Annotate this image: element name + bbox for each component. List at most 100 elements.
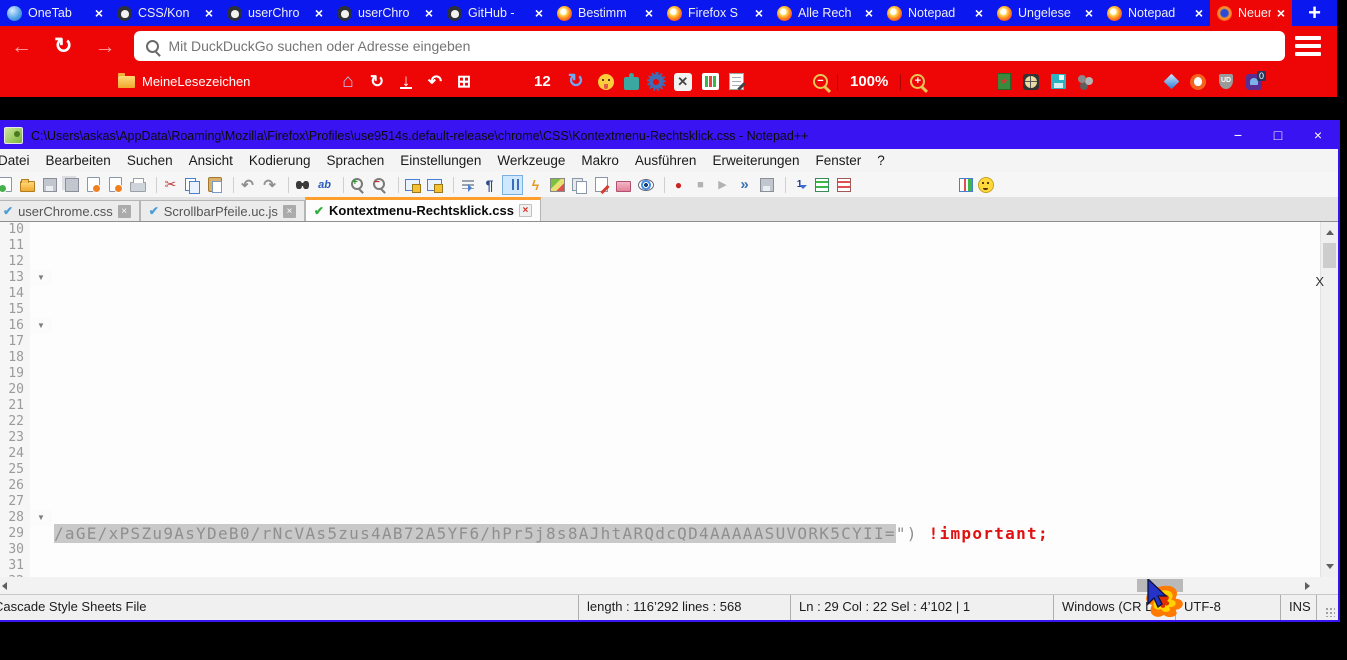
menu-item[interactable]: Kodierung	[241, 150, 319, 171]
zoom-level[interactable]: 100%	[847, 73, 891, 90]
toolbar-separator[interactable]	[151, 177, 157, 193]
document-list-icon[interactable]	[570, 176, 589, 194]
download-icon[interactable]: ↓	[394, 71, 418, 93]
sync-icon[interactable]: ↻	[564, 71, 588, 93]
tab-close-icon[interactable]: ×	[535, 5, 543, 21]
tab-close-icon[interactable]: ×	[645, 5, 653, 21]
close-button[interactable]: ×	[1298, 122, 1338, 149]
line-number[interactable]: 14	[0, 286, 30, 302]
notes-icon[interactable]	[729, 73, 744, 90]
zoom-out-icon[interactable]: −	[813, 74, 828, 89]
show-all-characters-icon[interactable]: ¶	[480, 176, 499, 194]
vertical-scroll-thumb[interactable]	[1323, 243, 1336, 268]
browser-tab[interactable]: GitHub - ×	[440, 0, 550, 26]
bookmark-next-icon[interactable]	[812, 176, 831, 194]
home-icon[interactable]: ⌂	[336, 71, 360, 93]
line-number[interactable]: 24	[0, 446, 30, 462]
reload-icon[interactable]: ↻	[365, 71, 389, 93]
toolbar-separator[interactable]	[659, 177, 665, 193]
replace-icon[interactable]: ab	[315, 176, 334, 194]
close-all-icon[interactable]	[106, 176, 125, 194]
toolbar-separator[interactable]	[448, 177, 454, 193]
document-tab[interactable]: ✔ Kontextmenu-Rechtsklick.css ×	[305, 197, 541, 221]
maximize-button[interactable]: □	[1258, 122, 1298, 149]
settings-gear-icon[interactable]	[649, 74, 664, 89]
file-monitoring-icon[interactable]	[636, 176, 655, 194]
menu-item[interactable]: ?	[869, 150, 893, 171]
save-all-icon[interactable]	[62, 176, 81, 194]
toolbar-separator[interactable]	[393, 177, 399, 193]
zoom-in-icon[interactable]: +	[348, 176, 367, 194]
line-number[interactable]: 26	[0, 478, 30, 494]
notification-bell-icon[interactable]: 0	[1246, 74, 1262, 90]
reload-icon[interactable]: ↻	[54, 35, 72, 57]
tab-close-icon[interactable]: ×	[975, 5, 983, 21]
menu-item[interactable]: Ansicht	[181, 150, 241, 171]
menu-item[interactable]: Fenster	[808, 150, 870, 171]
smiley-emoji-icon[interactable]	[598, 74, 614, 90]
duckduckgo-icon[interactable]	[1190, 74, 1206, 90]
onetab-icon[interactable]	[1164, 74, 1180, 90]
open-file-icon[interactable]	[18, 176, 37, 194]
tab-close-icon[interactable]: ×	[755, 5, 763, 21]
menu-item[interactable]: Suchen	[119, 150, 181, 171]
zoom-in-icon[interactable]: +	[910, 74, 925, 89]
line-number[interactable]: 10	[0, 222, 30, 238]
save-icon[interactable]	[40, 176, 59, 194]
line-number[interactable]: 13	[0, 270, 30, 286]
document-close-icon[interactable]: ×	[118, 205, 131, 218]
line-number[interactable]: 23	[0, 430, 30, 446]
horizontal-scrollbar[interactable]	[0, 577, 1338, 594]
line-number[interactable]: 22	[0, 414, 30, 430]
browser-tab[interactable]: userChro ×	[330, 0, 440, 26]
toolbar-separator[interactable]	[338, 177, 344, 193]
line-number[interactable]: 30	[0, 542, 30, 558]
undo-icon[interactable]: ↶	[423, 71, 447, 93]
zoom-out-icon[interactable]: −	[370, 176, 389, 194]
tweaks-sliders-icon[interactable]	[702, 73, 719, 90]
menu-item[interactable]: Werkzeuge	[489, 150, 573, 171]
browser-tab[interactable]: CSS/Kon ×	[110, 0, 220, 26]
menubar-close-icon[interactable]: X	[1315, 274, 1324, 289]
tab-close-icon[interactable]: ×	[1277, 5, 1285, 21]
browser-tab[interactable]: Alle Rech ×	[770, 0, 880, 26]
line-number[interactable]: 27	[0, 494, 30, 510]
sync-horizontal-scrolling-icon[interactable]	[425, 176, 444, 194]
line-number[interactable]: 11	[0, 238, 30, 254]
vertical-edge-icon[interactable]	[956, 176, 975, 194]
back-icon[interactable]: ←	[11, 36, 32, 57]
sync-vertical-scrolling-icon[interactable]	[403, 176, 422, 194]
fold-arrow-icon[interactable]: ▼	[30, 318, 52, 334]
browser-tab[interactable]: Firefox S ×	[660, 0, 770, 26]
macro-run-multiple-icon[interactable]: »	[735, 176, 754, 194]
browser-tab[interactable]: Neuer Tab ×	[1210, 0, 1292, 26]
redo-icon[interactable]: ↷	[260, 176, 279, 194]
line-number[interactable]: 31	[0, 558, 30, 574]
macro-play-icon[interactable]: ▶	[713, 176, 732, 194]
document-tab[interactable]: ✔ ScrollbarPfeile.uc.js ×	[140, 200, 305, 221]
resize-grip[interactable]	[1316, 595, 1338, 620]
browser-tab[interactable]: Ungelese ×	[990, 0, 1100, 26]
line-number[interactable]: 15	[0, 302, 30, 318]
document-switcher-icon[interactable]	[592, 176, 611, 194]
smiley-icon[interactable]	[978, 177, 994, 193]
menu-item[interactable]: Erweiterungen	[704, 150, 807, 171]
tools-icon[interactable]: ✕	[674, 73, 692, 91]
save-session-icon[interactable]	[1051, 74, 1066, 89]
macro-save-icon[interactable]	[757, 176, 776, 194]
browser-tab[interactable]: Notepad ×	[1100, 0, 1210, 26]
copy-icon[interactable]	[183, 176, 202, 194]
undo-icon[interactable]: ↶	[238, 176, 257, 194]
line-number[interactable]: 29	[0, 526, 30, 542]
zoom-divider[interactable]	[837, 74, 838, 90]
scroll-right-icon[interactable]	[1300, 577, 1316, 594]
new-tab-button[interactable]: +	[1292, 0, 1337, 26]
toolbar-separator[interactable]	[283, 177, 289, 193]
scroll-down-icon[interactable]	[1321, 559, 1338, 575]
tab-close-icon[interactable]: ×	[315, 5, 323, 21]
fold-arrow-icon[interactable]: ▼	[30, 510, 52, 526]
menu-item[interactable]: Einstellungen	[392, 150, 489, 171]
browser-tab[interactable]: OneTab ×	[0, 0, 110, 26]
new-file-icon[interactable]	[0, 176, 15, 194]
minimize-button[interactable]: −	[1218, 122, 1258, 149]
